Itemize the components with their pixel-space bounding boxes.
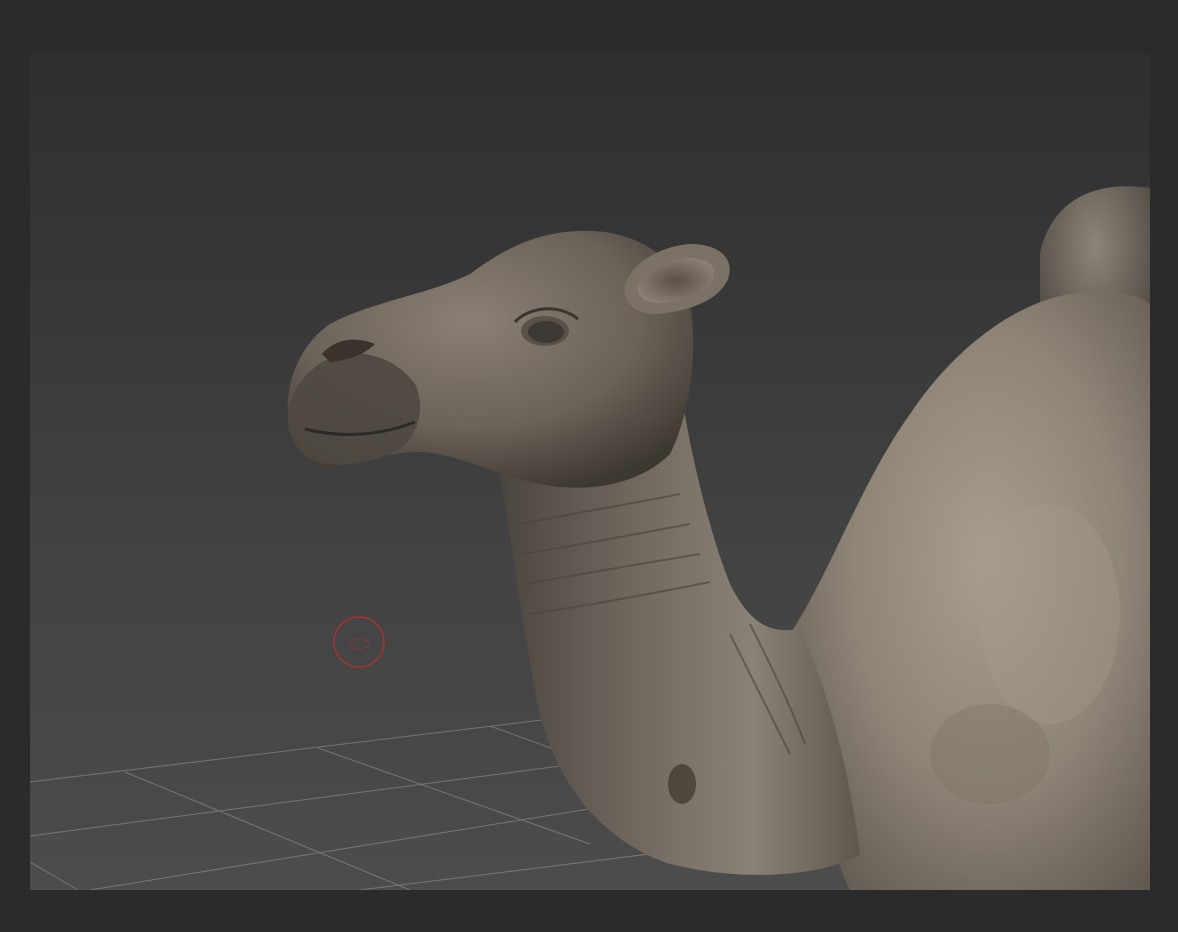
3d-viewport[interactable] — [30, 54, 1150, 890]
sculpt-application — [0, 0, 1178, 932]
brush-cursor-icon — [333, 616, 385, 668]
viewport-canvas[interactable] — [30, 54, 1150, 890]
